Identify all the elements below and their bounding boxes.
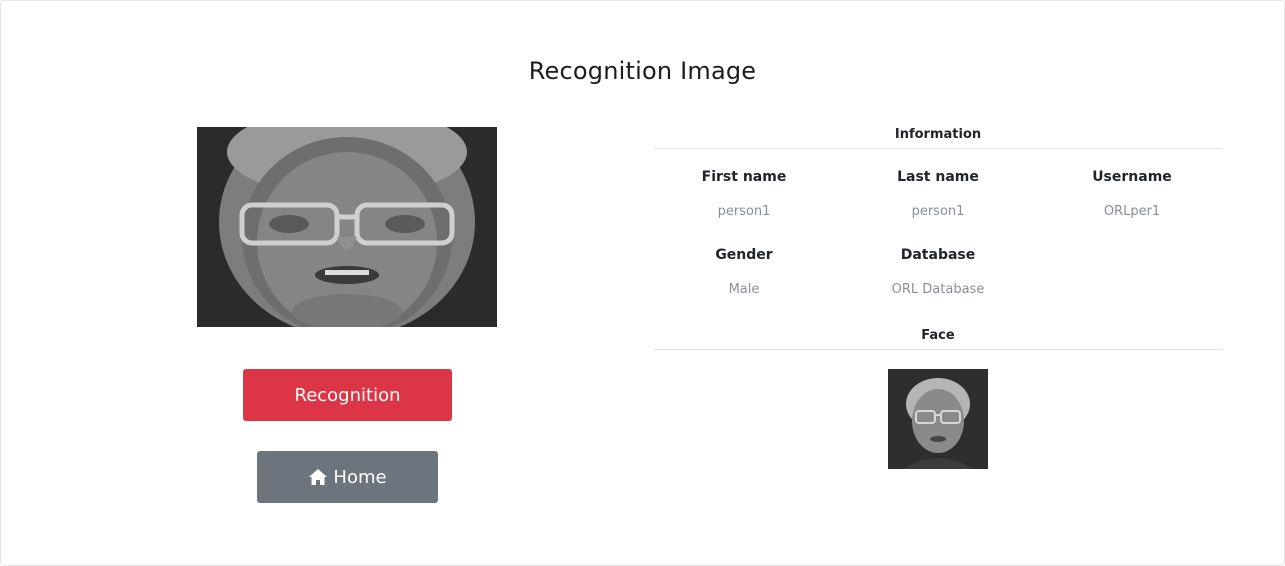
username-label: Username — [1092, 169, 1172, 185]
first-name-value: person1 — [717, 204, 771, 219]
recognition-button[interactable]: Recognition — [243, 369, 452, 421]
database-value: ORL Database — [891, 282, 985, 297]
last-name-value: person1 — [911, 204, 965, 219]
home-icon — [308, 468, 328, 486]
first-name-label: First name — [701, 169, 787, 185]
gender-label: Gender — [715, 247, 773, 263]
matched-face-image — [888, 369, 988, 469]
database-label: Database — [900, 247, 976, 263]
page-container: Recognition Image Recognition Home Infor… — [0, 0, 1285, 566]
home-button-label: Home — [333, 466, 387, 488]
page-title: Recognition Image — [528, 57, 757, 85]
username-value: ORLper1 — [1103, 204, 1161, 219]
home-button[interactable]: Home — [257, 451, 438, 503]
face-heading: Face — [654, 328, 1222, 350]
information-heading: Information — [654, 127, 1222, 149]
gender-value: Male — [728, 282, 760, 297]
last-name-label: Last name — [897, 169, 979, 185]
probe-face-image — [197, 127, 497, 327]
